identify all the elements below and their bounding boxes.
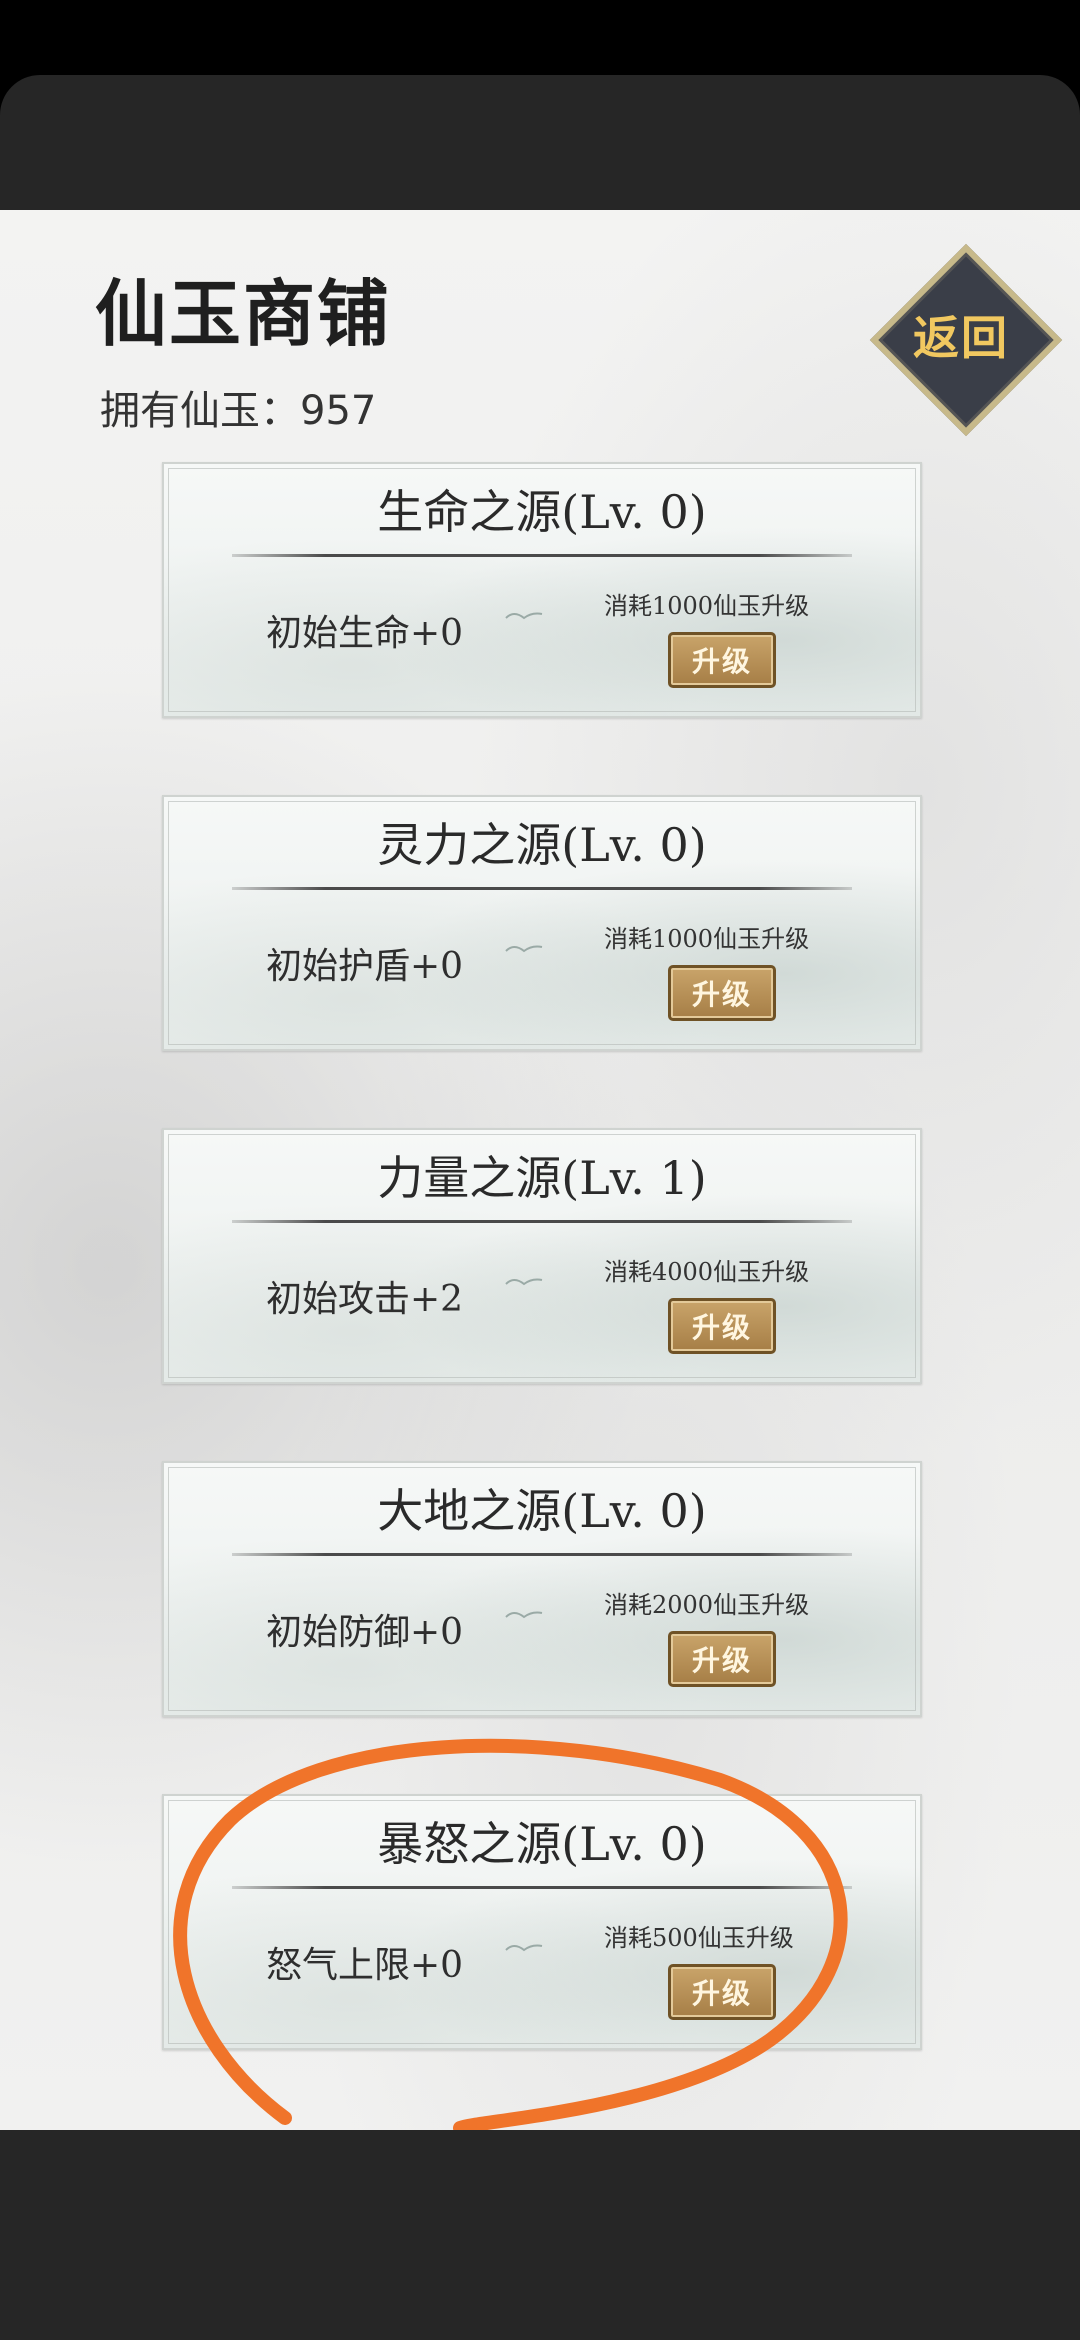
back-button-label: 返回 <box>913 311 1009 365</box>
card-cost: 消耗2000仙玉升级 <box>604 1591 810 1619</box>
upgrade-button[interactable]: 升级 <box>668 632 776 688</box>
card-divider <box>232 554 852 557</box>
upgrade-card-life: 生命之源(Lv. 0) 初始生命+0 消耗1000仙玉升级 升级 <box>162 462 922 718</box>
top-status-bar <box>0 75 1080 210</box>
bottom-navigation-bar <box>0 2130 1080 2340</box>
upgrade-button[interactable]: 升级 <box>668 1298 776 1354</box>
back-button[interactable]: 返回 <box>869 243 1063 437</box>
card-title: 灵力之源(Lv. 0) <box>377 818 707 872</box>
upgrade-button[interactable]: 升级 <box>668 1964 776 2020</box>
card-cost: 消耗4000仙玉升级 <box>604 1258 810 1286</box>
upgrade-card-earth: 大地之源(Lv. 0) 初始防御+0 消耗2000仙玉升级 升级 <box>162 1461 922 1717</box>
upgrade-button[interactable]: 升级 <box>668 965 776 1021</box>
jade-balance: 拥有仙玉：957 <box>100 388 377 434</box>
upgrade-card-rage: 暴怒之源(Lv. 0) 怒气上限+0 消耗500仙玉升级 升级 <box>162 1794 922 2050</box>
bird-icon <box>505 1611 543 1619</box>
card-title: 大地之源(Lv. 0) <box>377 1484 707 1538</box>
card-divider <box>232 1220 852 1223</box>
card-effect: 初始护盾+0 <box>266 946 464 987</box>
shop-screen: 仙玉商铺 拥有仙玉：957 返回 生命之源(Lv. 0) 初始生命+0 消耗10… <box>0 210 1080 2130</box>
card-cost: 消耗500仙玉升级 <box>604 1924 794 1952</box>
bird-icon <box>505 1278 543 1286</box>
card-effect: 初始生命+0 <box>266 613 464 654</box>
card-effect: 初始攻击+2 <box>266 1279 464 1320</box>
card-title: 力量之源(Lv. 1) <box>377 1151 707 1205</box>
card-effect: 初始防御+0 <box>266 1612 464 1653</box>
card-title: 生命之源(Lv. 0) <box>377 485 707 539</box>
upgrade-card-spirit: 灵力之源(Lv. 0) 初始护盾+0 消耗1000仙玉升级 升级 <box>162 795 922 1051</box>
card-divider <box>232 887 852 890</box>
card-divider <box>232 1553 852 1556</box>
card-effect: 怒气上限+0 <box>266 1945 464 1986</box>
bird-icon <box>505 945 543 953</box>
upgrade-button[interactable]: 升级 <box>668 1631 776 1687</box>
card-title: 暴怒之源(Lv. 0) <box>377 1817 707 1871</box>
bird-icon <box>505 1944 543 1952</box>
card-cost: 消耗1000仙玉升级 <box>604 925 810 953</box>
card-divider <box>232 1886 852 1889</box>
bird-icon <box>505 612 543 620</box>
upgrade-card-power: 力量之源(Lv. 1) 初始攻击+2 消耗4000仙玉升级 升级 <box>162 1128 922 1384</box>
card-cost: 消耗1000仙玉升级 <box>604 592 810 620</box>
page-title: 仙玉商铺 <box>95 271 392 356</box>
